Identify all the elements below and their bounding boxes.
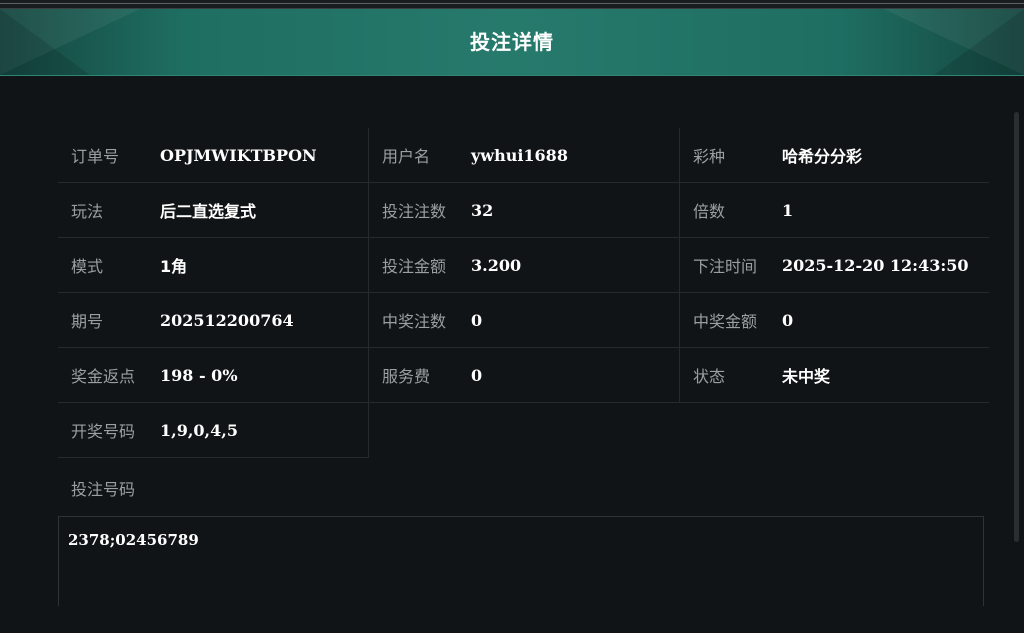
- detail-winning-count: 中奖注数 0: [368, 293, 679, 348]
- detail-issue-number: 期号 202512200764: [58, 293, 368, 348]
- detail-label: 彩种: [693, 147, 726, 166]
- detail-label: 模式: [71, 257, 104, 276]
- detail-label: 下注时间: [693, 257, 758, 276]
- empty-cell: [679, 403, 989, 458]
- detail-multiplier: 倍数 1: [679, 183, 989, 238]
- detail-label: 状态: [693, 367, 726, 386]
- detail-label: 奖金返点: [71, 367, 136, 386]
- detail-label: 投注注数: [382, 202, 447, 221]
- detail-value: 1角: [160, 257, 188, 276]
- detail-order-id: 订单号 OPJMWIKTBPON: [58, 128, 368, 183]
- detail-label: 期号: [71, 312, 104, 331]
- detail-label: 中奖金额: [693, 312, 758, 331]
- bet-numbers-value: 2378;02456789: [68, 531, 199, 549]
- detail-bet-amount: 投注金额 3.200: [368, 238, 679, 293]
- detail-bet-time: 下注时间 2025-12-20 12:43:50: [679, 238, 989, 293]
- detail-value: 0: [782, 310, 794, 330]
- detail-label: 订单号: [71, 147, 120, 166]
- detail-value: 202512200764: [160, 310, 294, 330]
- detail-rebate: 奖金返点 198 - 0%: [58, 348, 368, 403]
- detail-value: 后二直选复式: [160, 202, 257, 221]
- detail-label: 玩法: [71, 202, 104, 221]
- detail-value: 哈希分分彩: [782, 147, 863, 166]
- bet-numbers-box: 2378;02456789: [58, 516, 984, 606]
- window-top-border: [0, 0, 1024, 9]
- detail-username: 用户名 ywhui1688: [368, 128, 679, 183]
- detail-service-fee: 服务费 0: [368, 348, 679, 403]
- detail-value: 0: [471, 310, 483, 330]
- status-badge: 未中奖: [782, 367, 831, 386]
- dialog-title: 投注详情: [470, 30, 554, 54]
- detail-label: 开奖号码: [71, 422, 136, 441]
- detail-value: 198 - 0%: [160, 365, 238, 385]
- detail-status: 状态 未中奖: [679, 348, 989, 403]
- detail-label: 倍数: [693, 202, 726, 221]
- detail-value: 1,9,0,4,5: [160, 420, 238, 440]
- empty-cell: [368, 403, 679, 458]
- detail-play-method: 玩法 后二直选复式: [58, 183, 368, 238]
- detail-draw-numbers: 开奖号码 1,9,0,4,5: [58, 403, 368, 458]
- detail-mode: 模式 1角: [58, 238, 368, 293]
- scrollbar[interactable]: [1014, 112, 1019, 542]
- dialog-header: 投注详情: [0, 9, 1024, 76]
- detail-value: 1: [782, 200, 794, 220]
- bet-numbers-label: 投注号码: [71, 480, 136, 499]
- detail-value: 0: [471, 365, 483, 385]
- detail-value: 2025-12-20 12:43:50: [782, 255, 969, 275]
- detail-value: 3.200: [471, 255, 522, 275]
- detail-value: ywhui1688: [471, 145, 568, 165]
- detail-label: 用户名: [382, 147, 431, 166]
- detail-label: 投注金额: [382, 257, 447, 276]
- detail-winning-amount: 中奖金额 0: [679, 293, 989, 348]
- detail-label: 中奖注数: [382, 312, 447, 331]
- detail-label: 服务费: [382, 367, 431, 386]
- detail-value: 32: [471, 200, 494, 220]
- detail-lottery-type: 彩种 哈希分分彩: [679, 128, 989, 183]
- detail-bet-count: 投注注数 32: [368, 183, 679, 238]
- detail-value: OPJMWIKTBPON: [160, 145, 317, 165]
- bet-details-grid: 订单号 OPJMWIKTBPON 用户名 ywhui1688 彩种 哈希分分彩 …: [58, 128, 989, 458]
